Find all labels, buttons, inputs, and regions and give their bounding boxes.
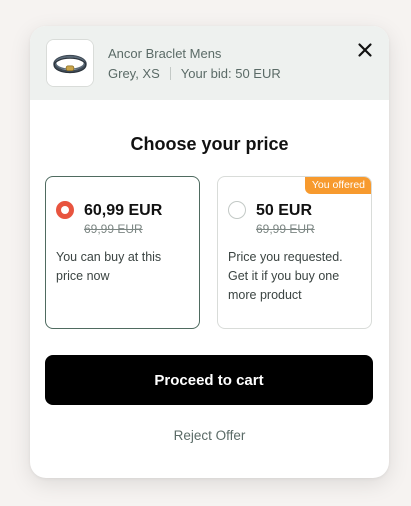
- close-button[interactable]: [355, 40, 375, 60]
- reject-offer-link[interactable]: Reject Offer: [30, 428, 389, 443]
- price-option-current[interactable]: 60,99 EUR 69,99 EUR You can buy at this …: [45, 176, 200, 329]
- product-meta: Grey, XS Your bid: 50 EUR: [108, 66, 281, 81]
- modal-title: Choose your price: [130, 134, 289, 154]
- bracelet-icon: [47, 40, 93, 86]
- option-price: 50 EUR: [256, 202, 313, 219]
- option-old-price: 69,99 EUR: [84, 222, 143, 236]
- proceed-to-cart-button[interactable]: Proceed to cart: [45, 355, 373, 405]
- product-bid: Your bid: 50 EUR: [180, 66, 281, 81]
- product-header: Ancor Braclet Mens Grey, XS Your bid: 50…: [30, 26, 389, 100]
- meta-divider: [169, 67, 171, 80]
- product-name: Ancor Braclet Mens: [108, 46, 222, 61]
- radio-selected[interactable]: [56, 201, 74, 219]
- product-variant: Grey, XS: [108, 66, 160, 81]
- option-description: Price you requested. Get it if you buy o…: [228, 250, 343, 302]
- option-description: You can buy at this price now: [56, 250, 162, 283]
- choose-price-modal: Ancor Braclet Mens Grey, XS Your bid: 50…: [30, 26, 389, 478]
- option-price: 60,99 EUR: [84, 202, 163, 219]
- price-option-offered[interactable]: You offered 50 EUR 69,99 EUR Price you r…: [217, 176, 372, 329]
- you-offered-badge: You offered: [304, 177, 371, 194]
- close-icon: [358, 43, 372, 57]
- radio-unselected[interactable]: [228, 201, 246, 219]
- product-thumbnail: [46, 39, 94, 87]
- option-old-price: 69,99 EUR: [256, 222, 315, 236]
